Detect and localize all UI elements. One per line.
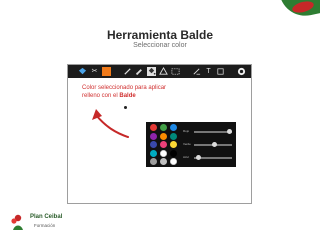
bucket-fill-icon[interactable] — [147, 67, 156, 76]
pointer-arrow-icon — [92, 109, 129, 138]
slider-label: Azul — [183, 155, 189, 159]
scissors-icon[interactable]: ✂ — [90, 67, 99, 76]
color-swatch[interactable] — [170, 124, 177, 131]
slider-knob[interactable] — [211, 142, 217, 147]
slider-label: Verde — [183, 142, 191, 146]
toolbar-separator — [183, 67, 189, 76]
color-swatch[interactable] — [150, 141, 157, 148]
color-slider[interactable]: Azul — [183, 154, 234, 162]
color-palette-panel: Rojo Verde Azul — [146, 122, 236, 167]
selection-icon[interactable] — [171, 67, 180, 76]
pencil-icon[interactable] — [123, 67, 132, 76]
slider-knob[interactable] — [196, 155, 202, 160]
page-subtitle: Seleccionar color — [133, 42, 187, 49]
color-swatch[interactable] — [160, 124, 167, 131]
brush-icon[interactable] — [135, 67, 144, 76]
instruction-text-bold: Balde — [119, 93, 136, 99]
color-swatch[interactable] — [170, 141, 177, 148]
toolbar: ✂ T — [68, 65, 251, 78]
text-icon[interactable]: T — [204, 67, 213, 76]
color-slider[interactable]: Verde — [183, 141, 234, 149]
color-swatch[interactable] — [160, 141, 167, 148]
color-swatch[interactable] — [160, 158, 167, 165]
color-swatch[interactable] — [170, 132, 177, 140]
color-swatch[interactable] — [170, 158, 177, 165]
color-swatch[interactable] — [150, 124, 157, 131]
eraser-icon[interactable] — [192, 67, 201, 76]
ceibal-flower-icon — [11, 214, 23, 230]
color-swatch[interactable] — [150, 149, 157, 157]
slider-label: Rojo — [183, 129, 190, 133]
corner-decoration — [272, 0, 320, 30]
toolbar-separator — [114, 67, 120, 76]
toolbar-separator — [228, 67, 234, 76]
page-title: Herramienta Balde — [106, 28, 214, 42]
color-slider[interactable]: Rojo — [183, 128, 234, 136]
orange-color-swatch[interactable] — [102, 67, 111, 76]
color-swatch[interactable] — [170, 149, 177, 157]
shape-icon[interactable] — [159, 67, 168, 76]
paint-window: ✂ T Color seleccionado para aplicar rell… — [67, 64, 252, 204]
slider-knob[interactable] — [227, 129, 233, 134]
plan-ceibal-logo: Plan Ceibal Formación — [8, 210, 78, 236]
instruction-text: Color seleccionado para aplicar relleno … — [82, 84, 182, 100]
color-swatch[interactable] — [160, 132, 167, 140]
record-icon[interactable] — [237, 67, 246, 76]
stamp-icon[interactable] — [216, 67, 225, 76]
logo-tagline: Formación — [34, 223, 56, 228]
color-swatch[interactable] — [150, 132, 157, 140]
bucket-icon[interactable] — [78, 67, 87, 76]
color-swatch[interactable] — [150, 158, 157, 165]
logo-name: Plan Ceibal — [30, 214, 63, 220]
color-swatch[interactable] — [160, 149, 167, 157]
